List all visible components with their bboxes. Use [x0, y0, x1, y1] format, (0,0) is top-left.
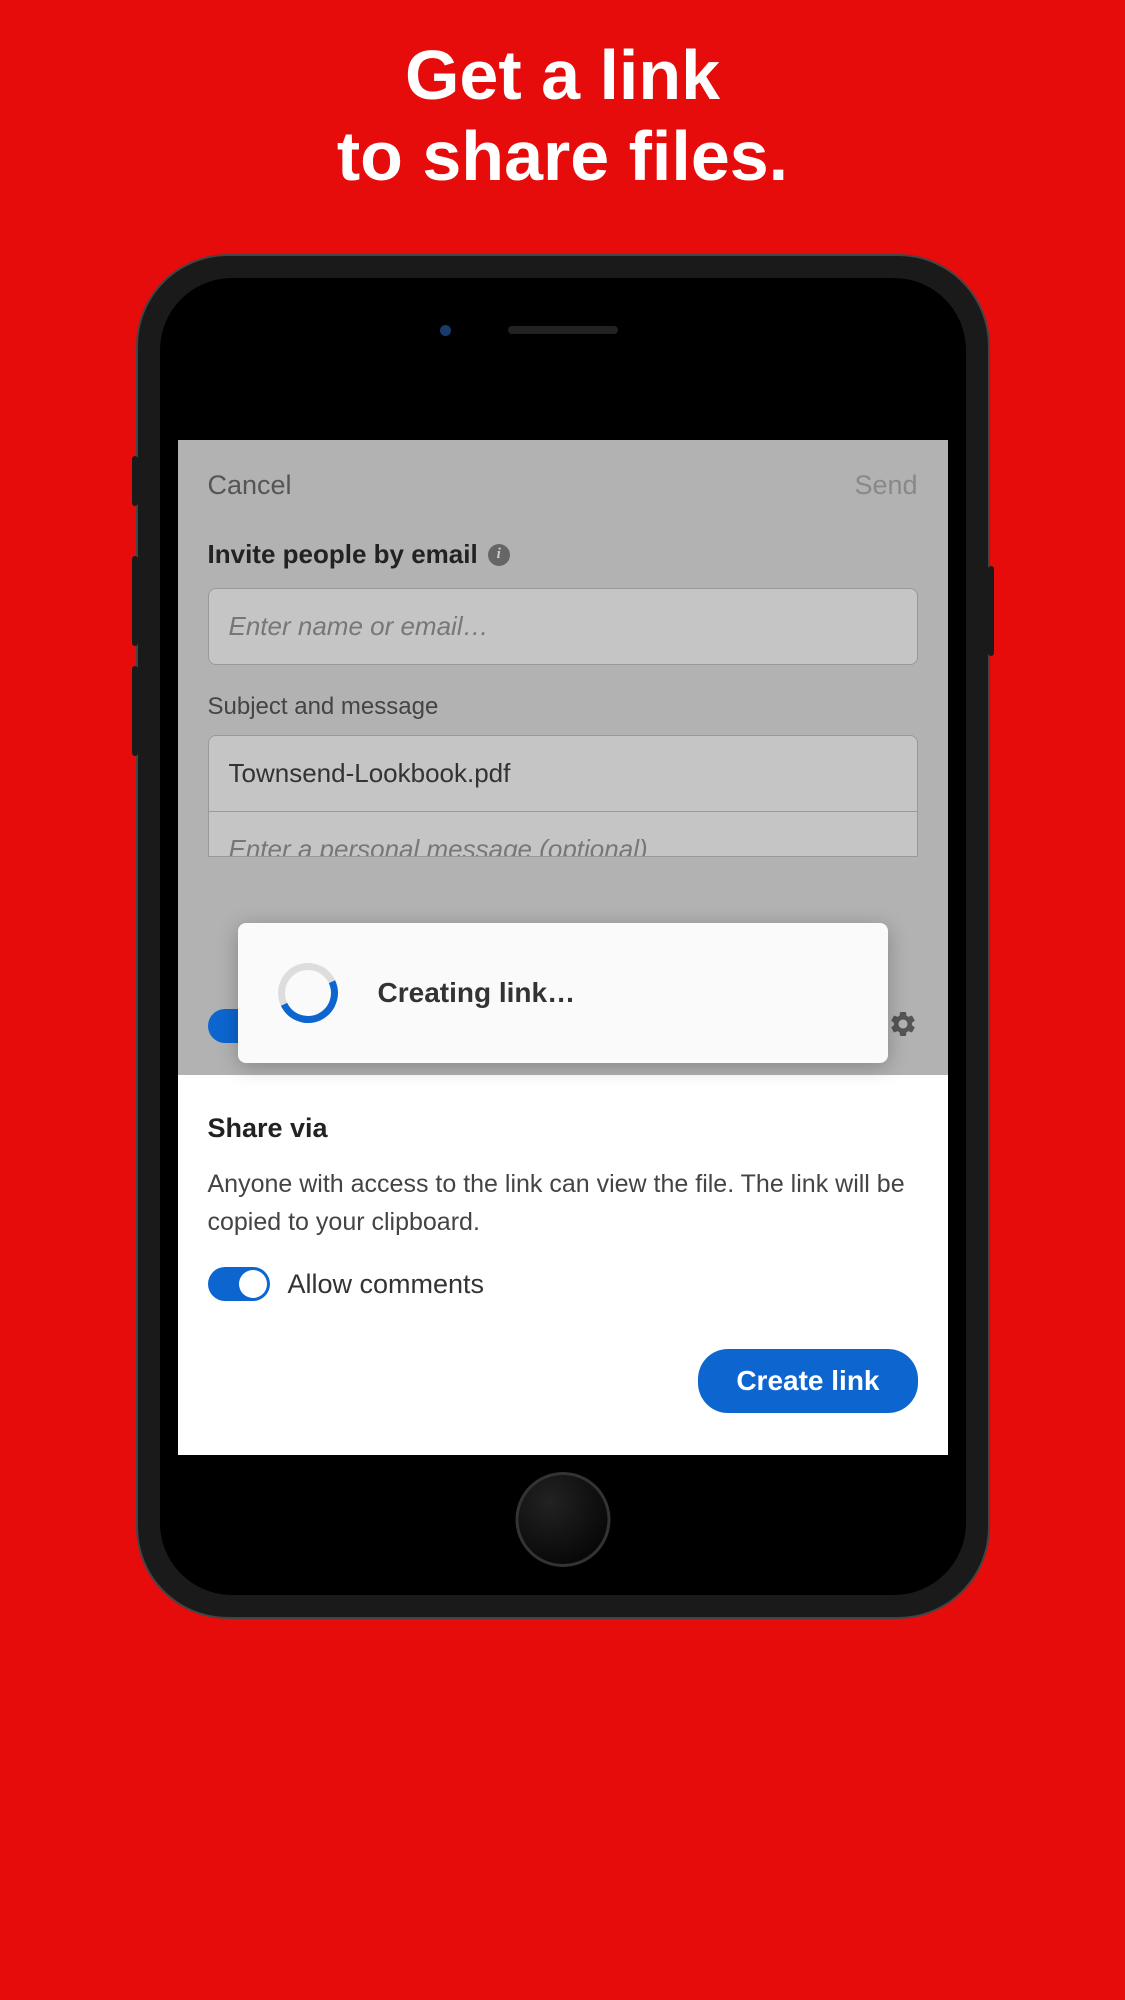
send-button[interactable]: Send [854, 470, 917, 501]
phone-screen: Cancel Send Invite people by email i Ent… [178, 368, 948, 1455]
invite-label: Invite people by email i [208, 539, 918, 570]
home-button[interactable] [515, 1472, 610, 1567]
create-link-button[interactable]: Create link [698, 1349, 917, 1413]
subject-label: Subject and message [208, 693, 918, 721]
share-via-title: Share via [208, 1113, 918, 1144]
phone-frame: Cancel Send Invite people by email i Ent… [138, 256, 988, 1617]
phone-power-button [988, 566, 994, 656]
loading-dialog: Creating link… [238, 923, 888, 1063]
phone-camera [440, 325, 451, 336]
gear-icon [888, 1009, 918, 1044]
phone-mute-switch [132, 456, 138, 506]
phone-volume-down [132, 666, 138, 756]
share-allow-comments-toggle[interactable] [208, 1267, 270, 1301]
hero-line-1: Get a link [405, 36, 720, 114]
modal-nav-bar: Cancel Send [208, 440, 918, 539]
phone-bezel: Cancel Send Invite people by email i Ent… [160, 278, 966, 1595]
phone-speaker [508, 326, 618, 334]
share-allow-comments-row: Allow comments [208, 1241, 918, 1301]
phone-volume-up [132, 556, 138, 646]
status-bar-area [178, 368, 948, 440]
hero-line-2: to share files. [337, 117, 788, 195]
share-allow-comments-label: Allow comments [288, 1269, 485, 1300]
create-link-row: Create link [208, 1311, 918, 1413]
spinner-icon [269, 955, 346, 1032]
email-input[interactable]: Enter name or email… [208, 588, 918, 665]
share-via-panel: Share via Anyone with access to the link… [178, 1075, 948, 1455]
hero-heading: Get a link to share files. [337, 35, 788, 196]
message-input[interactable]: Enter a personal message (optional) [208, 812, 918, 857]
loading-text: Creating link… [378, 977, 576, 1009]
share-via-description: Anyone with access to the link can view … [208, 1166, 918, 1241]
cancel-button[interactable]: Cancel [208, 470, 292, 501]
invite-label-text: Invite people by email [208, 539, 478, 570]
subject-input[interactable]: Townsend-Lookbook.pdf [208, 735, 918, 812]
info-icon[interactable]: i [488, 544, 510, 566]
